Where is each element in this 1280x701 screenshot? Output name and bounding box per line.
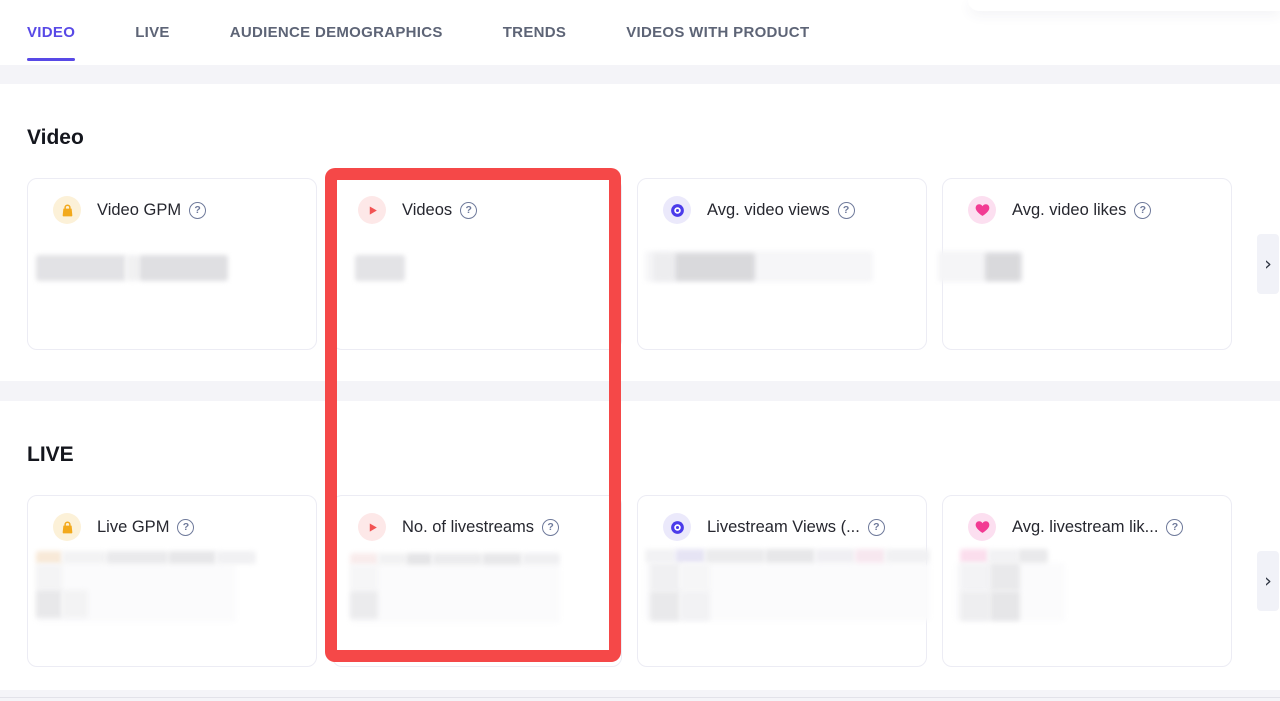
scroll-next-button[interactable]: › (1257, 551, 1279, 611)
metric-card-header: Livestream Views (...? (638, 496, 926, 541)
metric-label: Livestream Views (... (707, 518, 860, 537)
metric-card-header: No. of livestreams? (333, 496, 621, 541)
metric-card-videos: Videos? (332, 178, 622, 350)
metric-card-header: Avg. video views? (638, 179, 926, 224)
help-icon[interactable]: ? (1134, 202, 1151, 219)
metric-card-live-gpm: Live GPM? (27, 495, 317, 667)
help-icon[interactable]: ? (1166, 519, 1183, 536)
play-icon (358, 196, 386, 224)
metric-label: Avg. livestream lik... (1012, 518, 1158, 537)
popover-remnant (968, 0, 1280, 11)
section-title: Video (27, 125, 84, 150)
tab-audience-demographics[interactable]: AUDIENCE DEMOGRAPHICS (230, 0, 443, 65)
eye-icon (663, 513, 691, 541)
metric-label: No. of livestreams (402, 518, 534, 537)
metric-label: Avg. video views (707, 201, 830, 220)
section-live: LIVE Live GPM? No. of livestreams? Lives… (0, 401, 1280, 690)
eye-icon (663, 196, 691, 224)
heart-icon (968, 513, 996, 541)
metric-card-avg-video-likes: Avg. video likes? (942, 178, 1232, 350)
section-video: Video Video GPM? Videos? Avg. video view… (0, 84, 1280, 381)
metric-card-livestream-views: Livestream Views (...? (637, 495, 927, 667)
tab-live[interactable]: LIVE (135, 0, 170, 65)
metric-cards-row: Live GPM? No. of livestreams? Livestream… (27, 495, 1279, 667)
section-title: LIVE (27, 442, 74, 467)
help-icon[interactable]: ? (177, 519, 194, 536)
metric-cards-row: Video GPM? Videos? Avg. video views? Avg… (27, 178, 1279, 350)
help-icon[interactable]: ? (838, 202, 855, 219)
scroll-next-button[interactable]: › (1257, 234, 1279, 294)
metric-card-header: Videos? (333, 179, 621, 224)
play-icon (358, 513, 386, 541)
help-icon[interactable]: ? (189, 202, 206, 219)
bottom-divider (0, 697, 1280, 698)
metric-card-header: Avg. video likes? (943, 179, 1231, 224)
metric-label: Live GPM (97, 518, 169, 537)
shopping-bag-icon (53, 196, 81, 224)
metric-card-avg-video-views: Avg. video views? (637, 178, 927, 350)
metric-card-video-gpm: Video GPM? (27, 178, 317, 350)
metric-card-header: Video GPM? (28, 179, 316, 224)
metric-label: Videos (402, 201, 452, 220)
help-icon[interactable]: ? (542, 519, 559, 536)
analytics-screen: VIDEO LIVE AUDIENCE DEMOGRAPHICS TRENDS VIDE… (0, 0, 1280, 701)
metric-card-header: Live GPM? (28, 496, 316, 541)
tab-videos-with-product[interactable]: VIDEOS WITH PRODUCT (626, 0, 809, 65)
metric-card-no-of-livestreams: No. of livestreams? (332, 495, 622, 667)
metric-label: Avg. video likes (1012, 201, 1126, 220)
metric-label: Video GPM (97, 201, 181, 220)
help-icon[interactable]: ? (868, 519, 885, 536)
shopping-bag-icon (53, 513, 81, 541)
tab-trends[interactable]: TRENDS (503, 0, 566, 65)
metric-card-avg-livestream-likes: Avg. livestream lik...? (942, 495, 1232, 667)
tab-video[interactable]: VIDEO (27, 0, 75, 65)
metric-card-header: Avg. livestream lik...? (943, 496, 1231, 541)
heart-icon (968, 196, 996, 224)
help-icon[interactable]: ? (460, 202, 477, 219)
